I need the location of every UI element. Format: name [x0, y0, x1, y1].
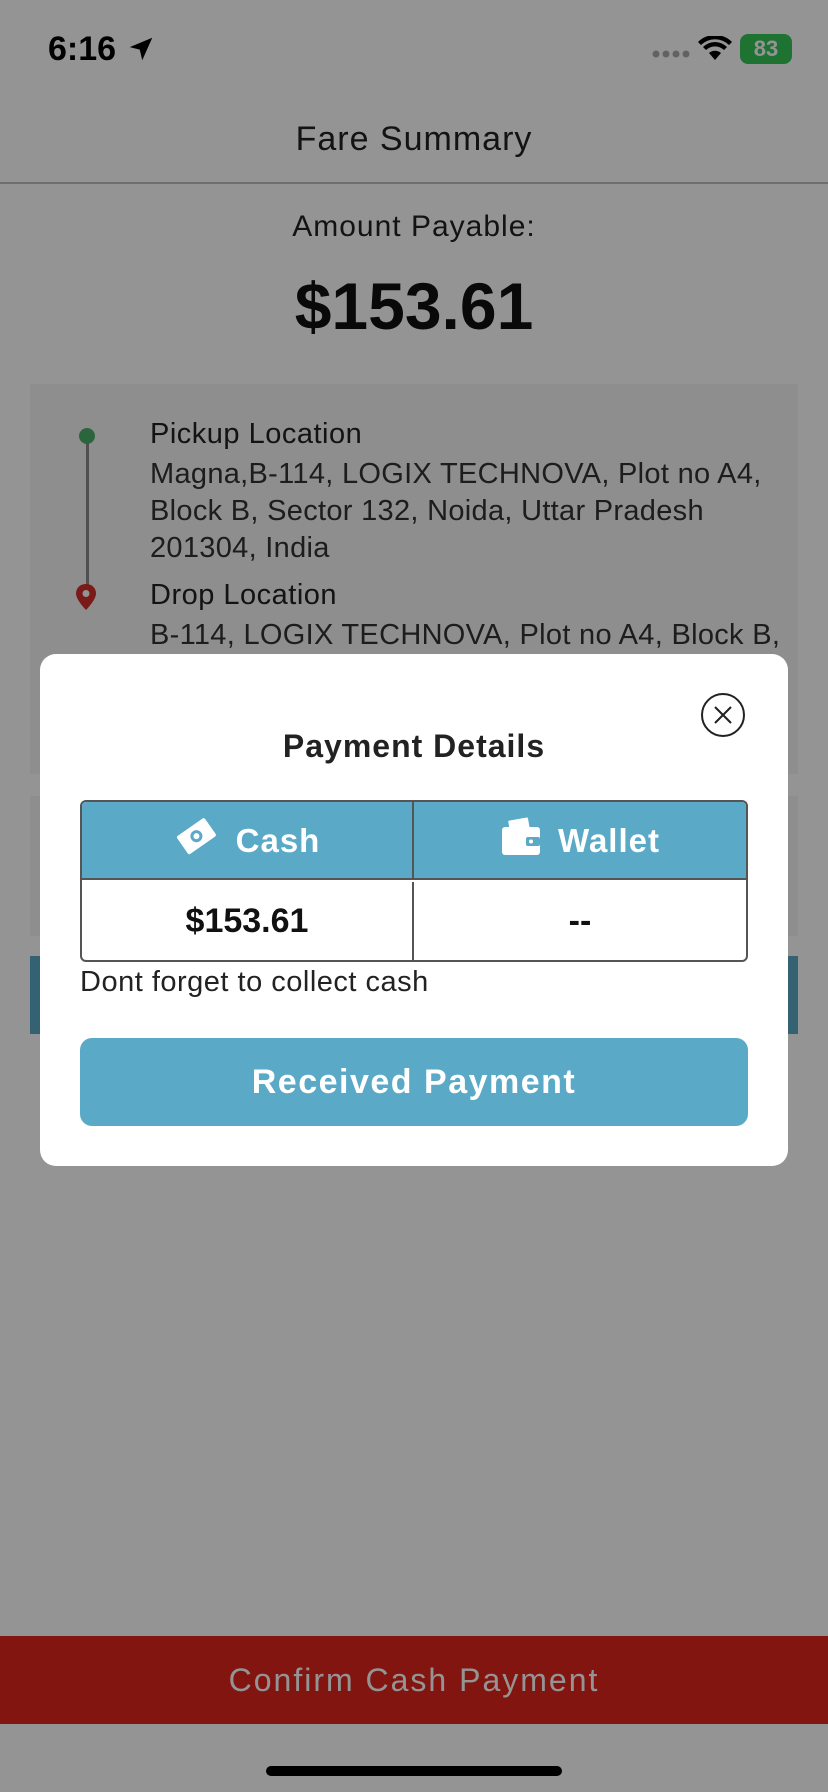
payment-table-header: Cash Wallet: [82, 802, 746, 880]
cash-icon: [174, 816, 220, 866]
wallet-amount: --: [568, 901, 592, 940]
cash-amount: $153.61: [82, 882, 414, 960]
payment-table: Cash Wallet $153.61 --: [80, 800, 748, 962]
wallet-label: Wallet: [558, 822, 660, 859]
modal-title: Payment Details: [282, 728, 546, 764]
cash-column-header: Cash: [82, 802, 414, 880]
collect-cash-note: Dont forget to collect cash: [80, 966, 429, 998]
received-payment-button[interactable]: Received Payment: [80, 1038, 748, 1126]
wallet-icon: [500, 817, 542, 865]
wallet-column-header: Wallet: [414, 802, 746, 880]
cash-label: Cash: [235, 822, 321, 859]
payment-details-modal: Payment Details Cash Wallet $153.61 -- D…: [40, 654, 788, 1166]
